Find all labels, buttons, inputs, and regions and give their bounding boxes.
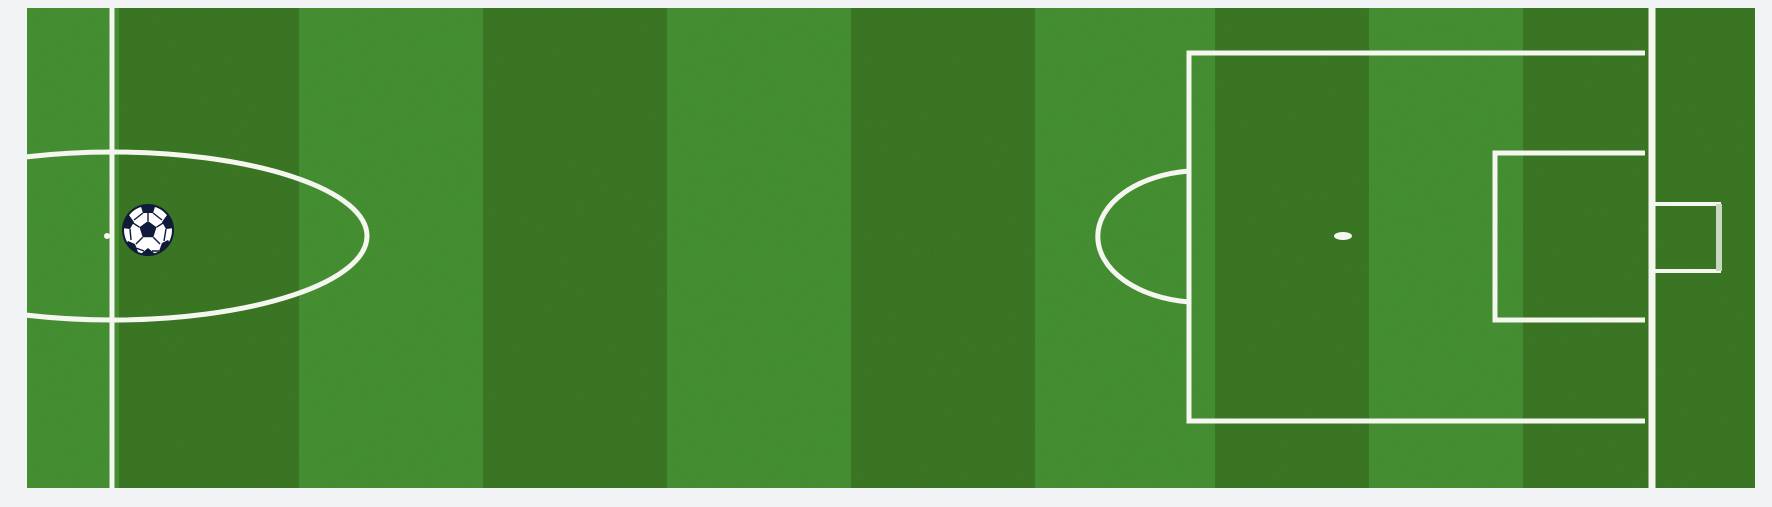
soccer-ball-icon[interactable] [122, 204, 174, 256]
penalty-spot [1334, 232, 1352, 240]
soccer-pitch [27, 8, 1755, 488]
game-stage [0, 0, 1772, 507]
pitch-canvas [27, 8, 1755, 488]
center-spot [104, 233, 110, 239]
